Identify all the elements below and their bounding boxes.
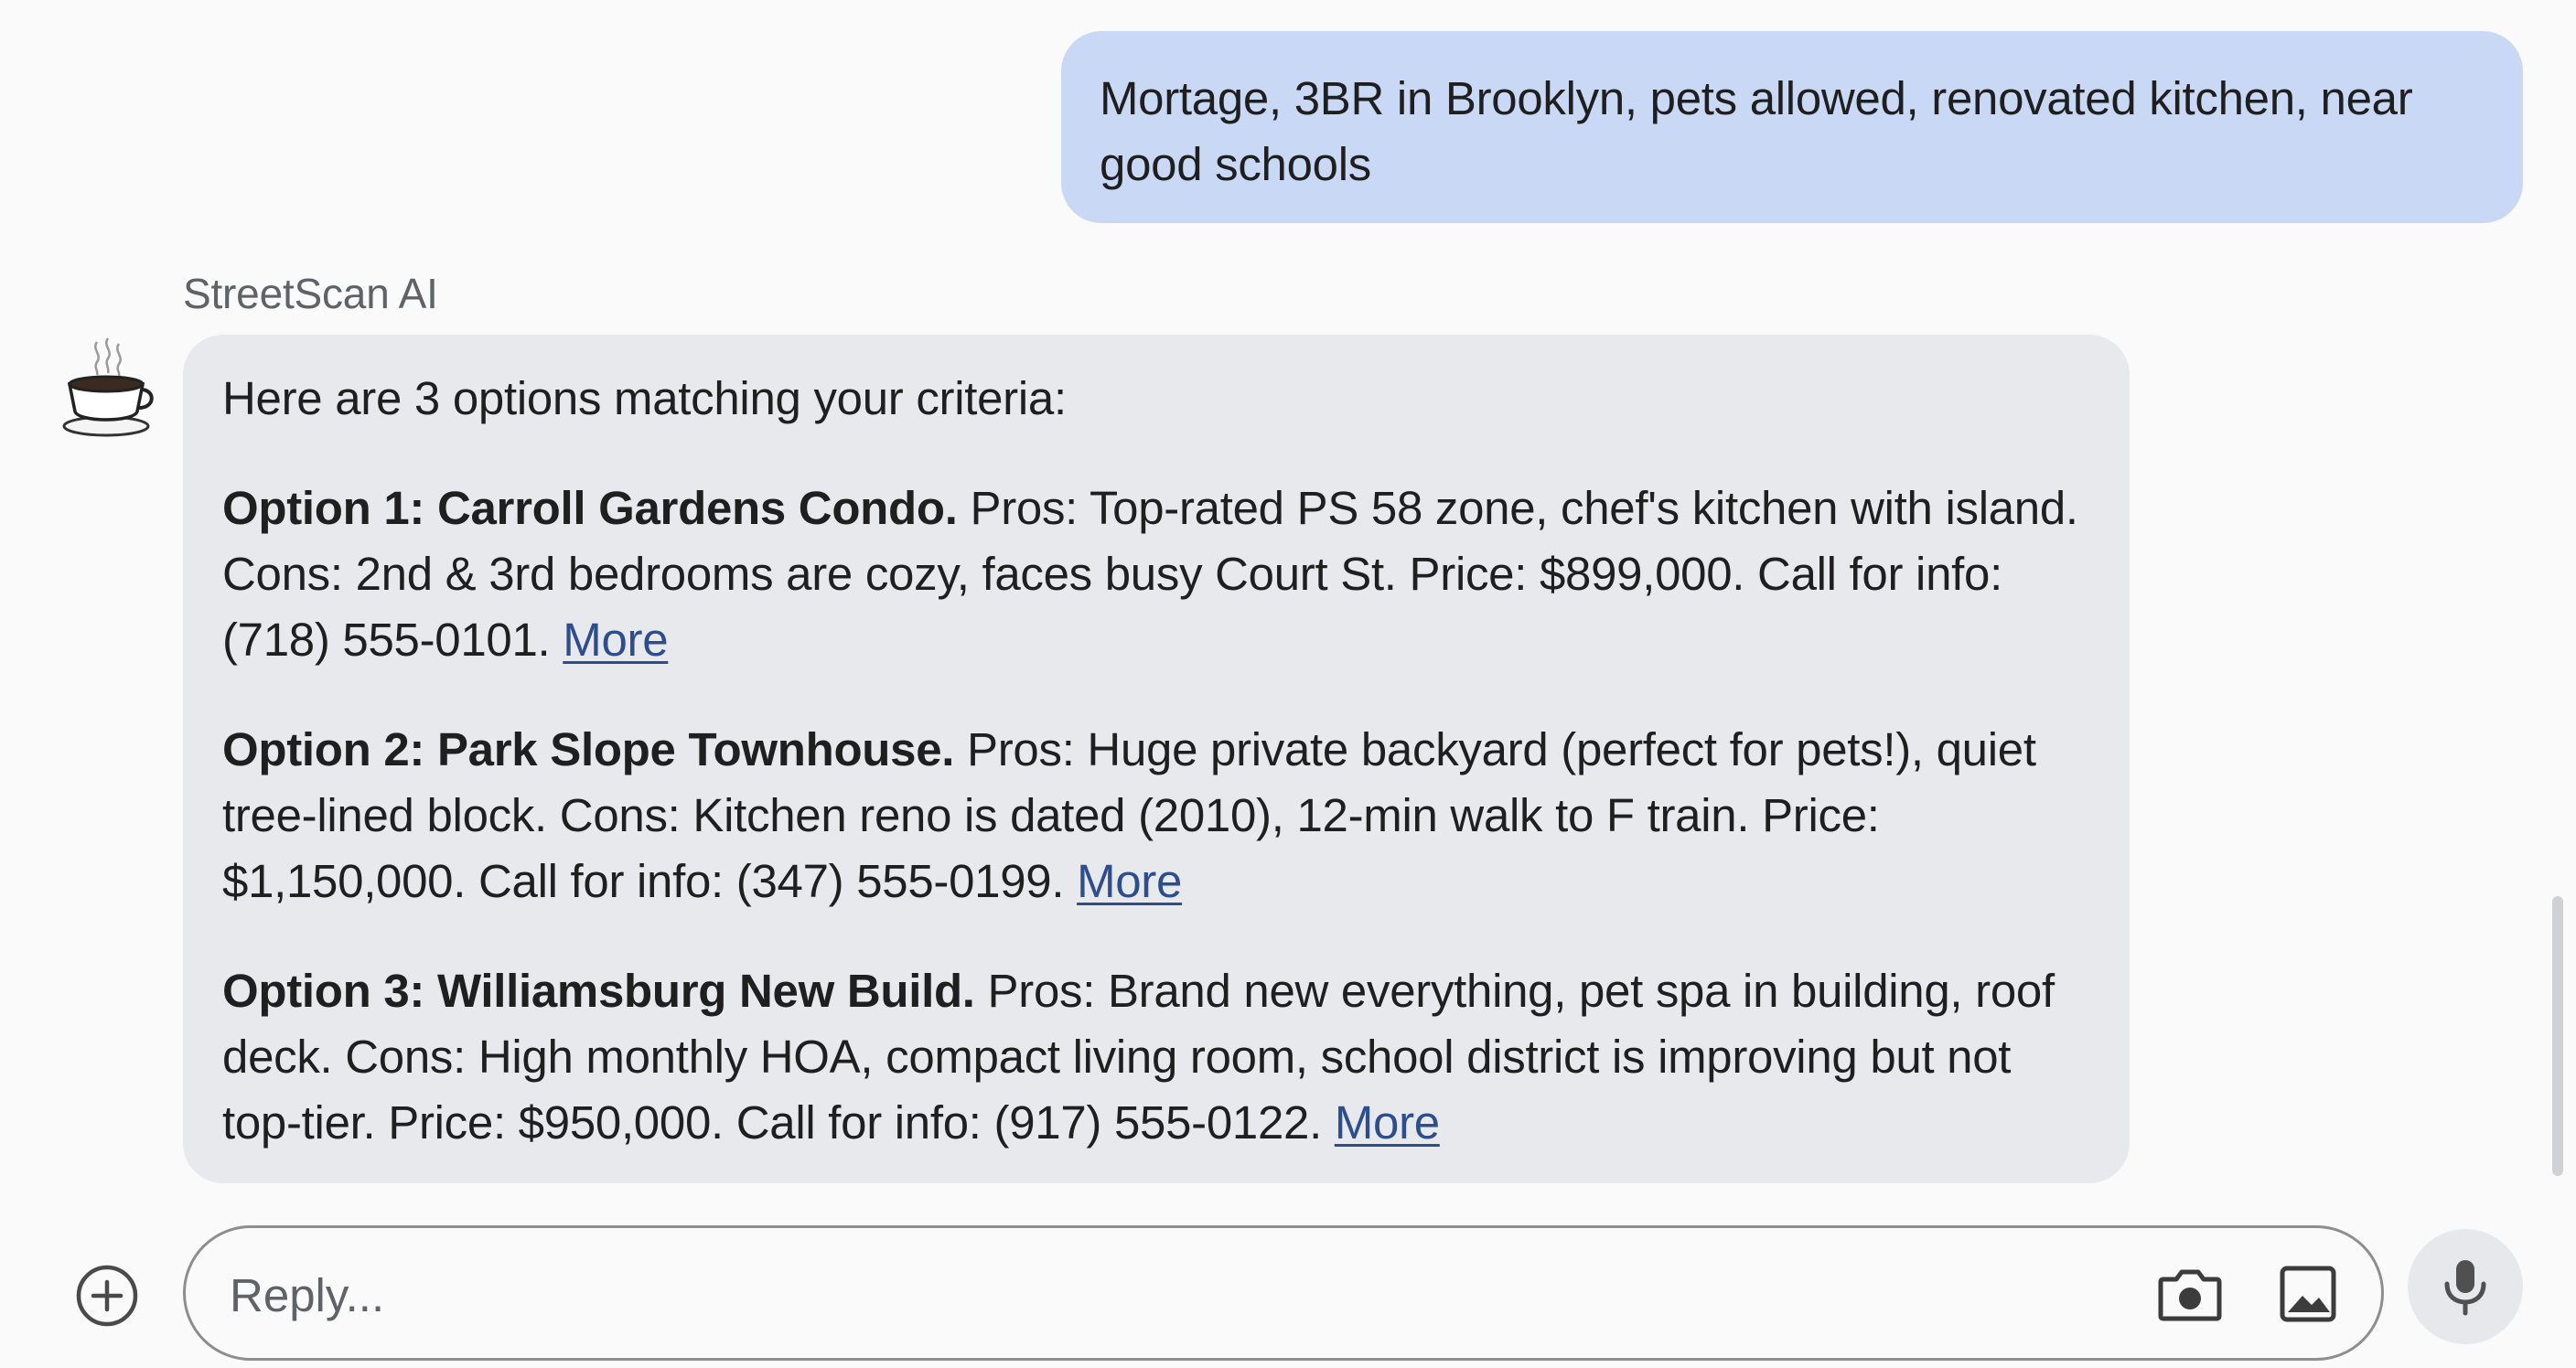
option-1-more-link[interactable]: More: [563, 614, 668, 666]
camera-button[interactable]: [2158, 1265, 2222, 1323]
scrollbar-thumb[interactable]: [2552, 896, 2563, 1176]
microphone-button[interactable]: [2408, 1229, 2523, 1344]
assistant-avatar: [57, 335, 159, 441]
option-3-more-link[interactable]: More: [1335, 1096, 1440, 1149]
camera-icon: [2158, 1269, 2222, 1321]
assistant-intro: Here are 3 options matching your criteri…: [222, 372, 1067, 424]
assistant-name: StreetScan AI: [183, 270, 438, 317]
add-attachment-button[interactable]: [75, 1264, 139, 1328]
option-1-title: Option 1: Carroll Gardens Condo.: [222, 482, 958, 534]
chat-window: Mortage, 3BR in Brooklyn, pets allowed, …: [0, 0, 2576, 1368]
option-2-more-link[interactable]: More: [1077, 855, 1182, 907]
reply-box: [183, 1225, 2384, 1361]
reply-input[interactable]: [228, 1261, 2107, 1329]
coffee-cup-icon: [62, 337, 154, 437]
option-2: Option 2: Park Slope Townhouse. Pros: Hu…: [222, 717, 2102, 914]
image-icon: [2280, 1266, 2336, 1322]
user-message-bubble: Mortage, 3BR in Brooklyn, pets allowed, …: [1061, 31, 2523, 223]
option-3-title: Option 3: Williamsburg New Build.: [222, 965, 975, 1017]
assistant-message-bubble: Here are 3 options matching your criteri…: [183, 335, 2130, 1183]
plus-circle-icon: [76, 1265, 138, 1327]
option-3: Option 3: Williamsburg New Build. Pros: …: [222, 958, 2102, 1156]
option-2-title: Option 2: Park Slope Townhouse.: [222, 723, 955, 775]
user-message-text: Mortage, 3BR in Brooklyn, pets allowed, …: [1100, 72, 2413, 190]
microphone-icon: [2444, 1260, 2486, 1316]
image-upload-button[interactable]: [2279, 1265, 2337, 1323]
option-1: Option 1: Carroll Gardens Condo. Pros: T…: [222, 476, 2102, 673]
